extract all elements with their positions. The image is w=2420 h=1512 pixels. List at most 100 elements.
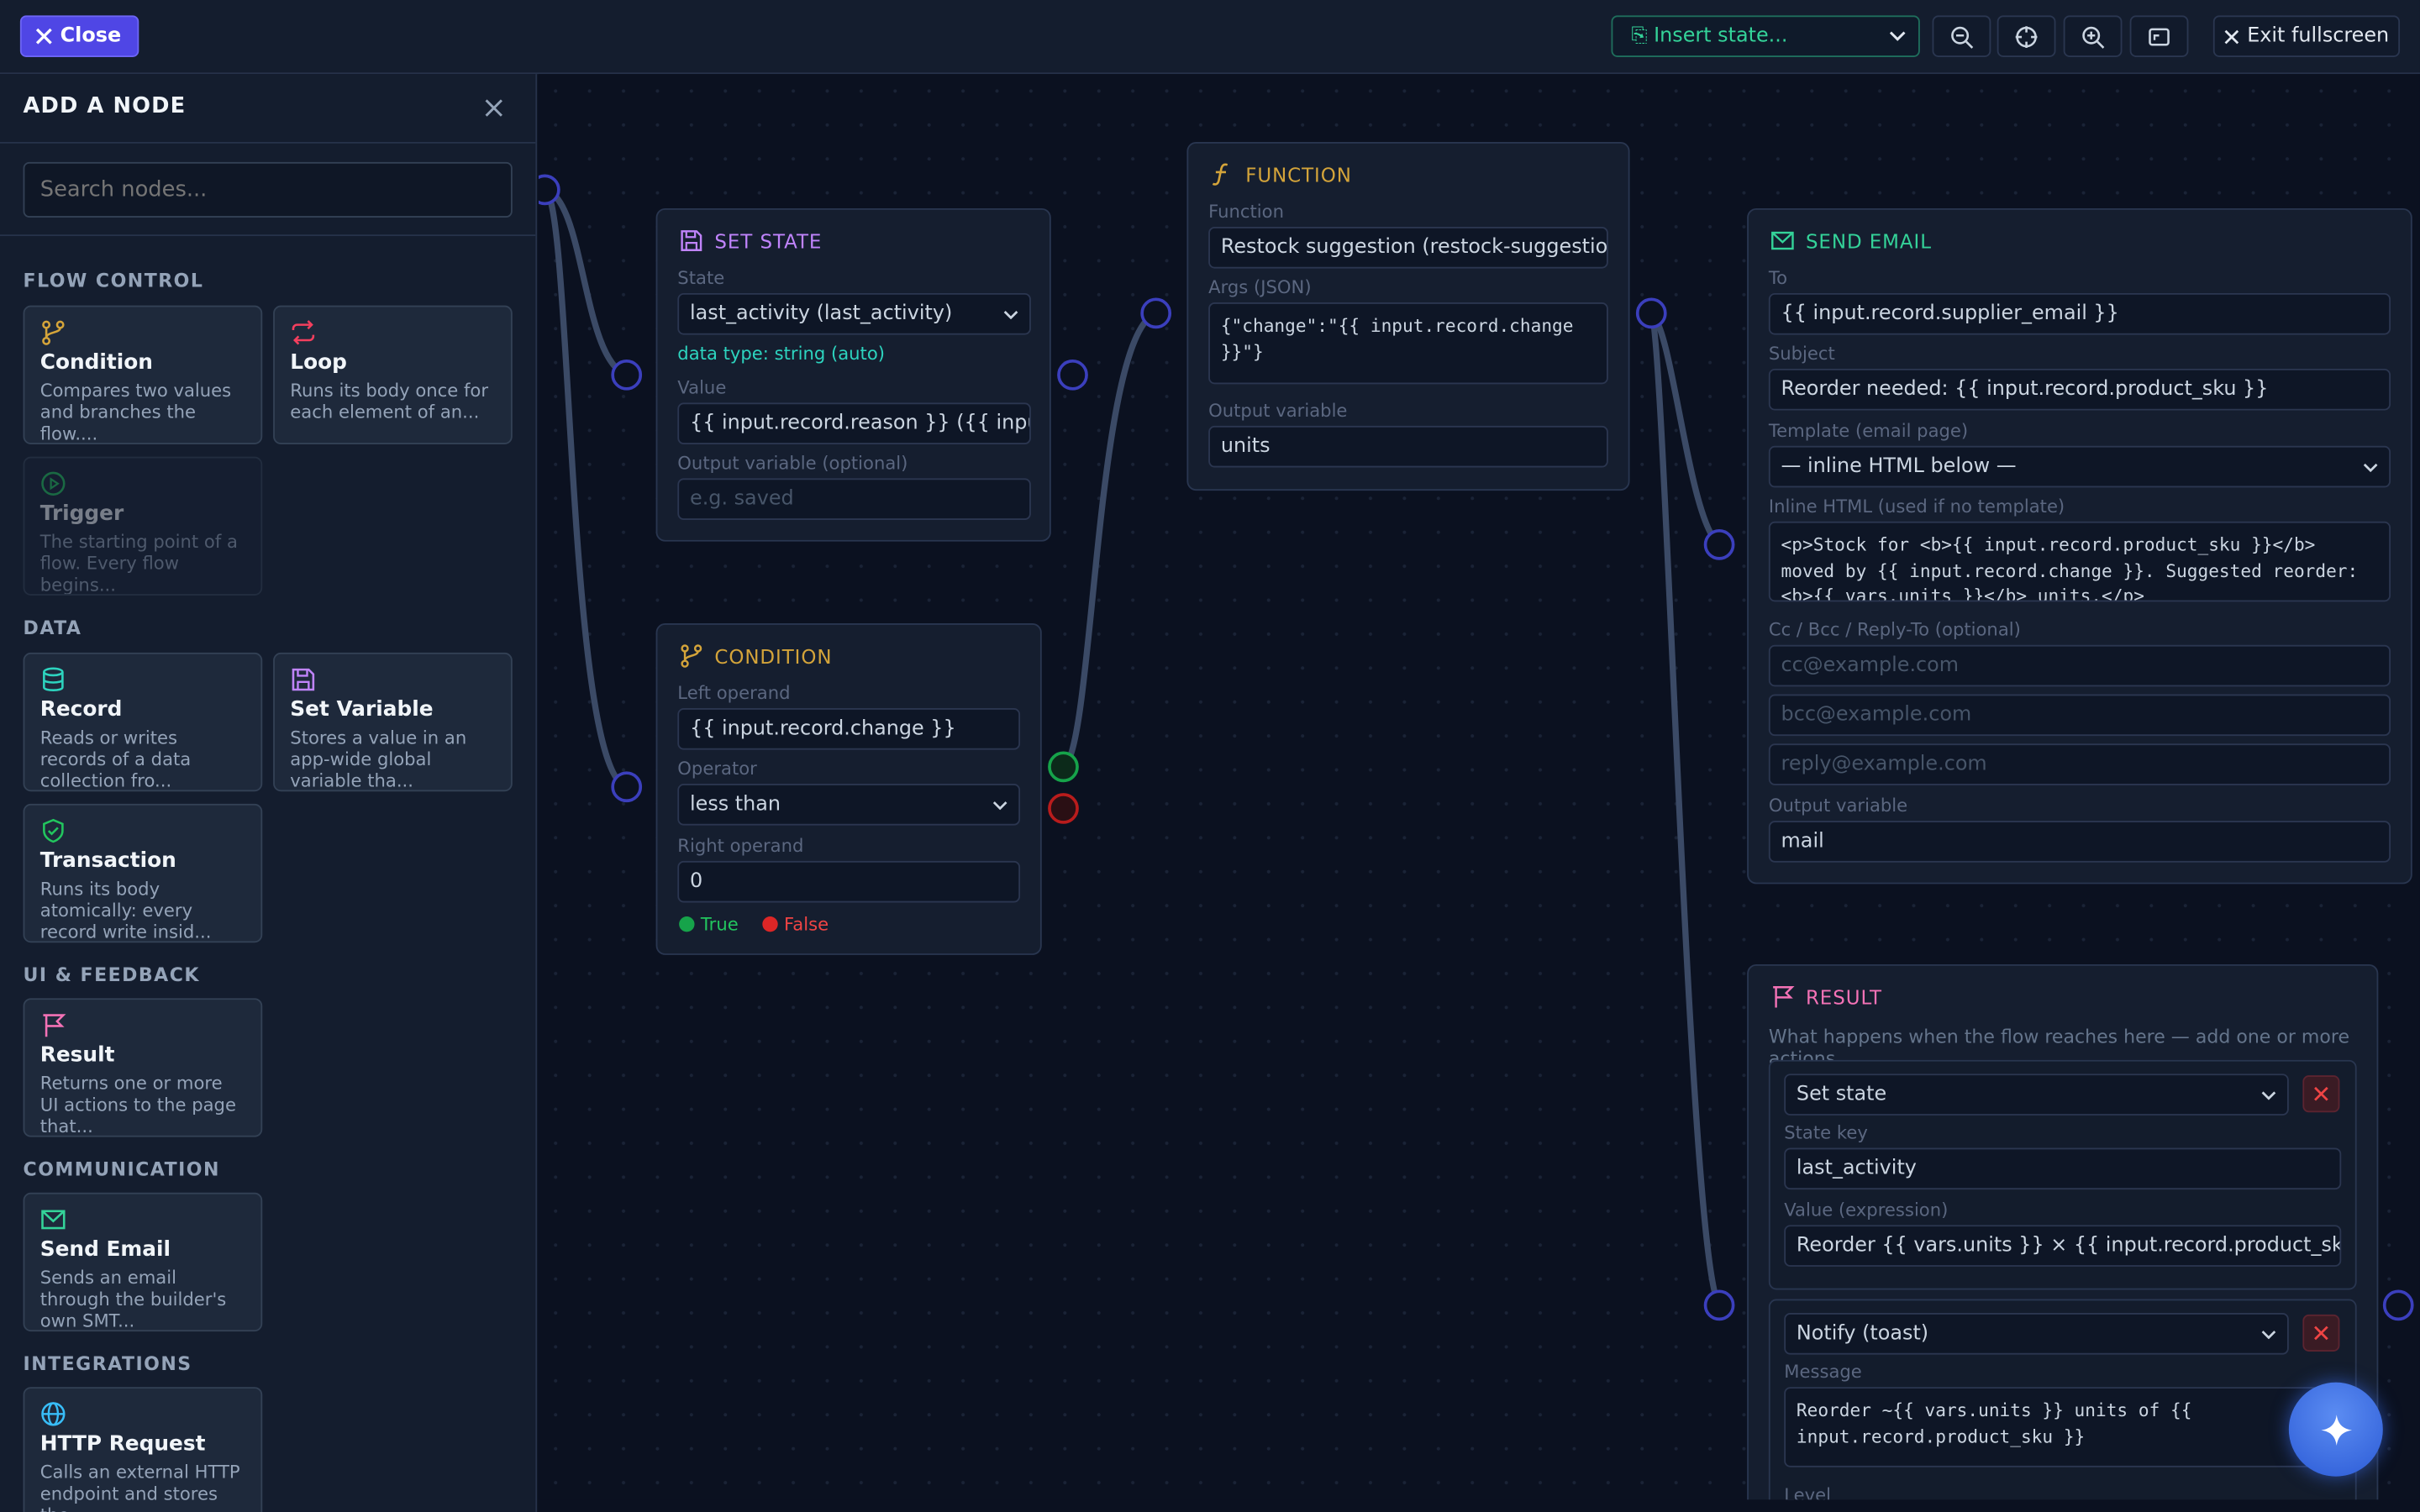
card-description: Calls an external HTTP endpoint and stor… (39, 1461, 240, 1512)
wire-trigger-setstate (544, 186, 629, 378)
value-input[interactable]: {{ input.record.reason }} ({{ input.reco… (677, 402, 1031, 444)
state-select[interactable]: last_activity (last_activity) (677, 292, 1031, 335)
node-card-transaction[interactable]: Transaction Runs its body atomically: ev… (23, 803, 263, 943)
node-card-condition[interactable]: Condition Compares two values and branch… (23, 305, 263, 444)
set-state-node[interactable]: SET STATE State last_activity (last_acti… (655, 207, 1051, 542)
remove-action-button[interactable] (2302, 1314, 2340, 1352)
section-communication: COMMUNICATION (23, 1158, 220, 1181)
top-toolbar: Close ⎘ Insert state... Exit fullscreen (0, 0, 2420, 75)
cc-input[interactable]: cc@example.com (1768, 644, 2391, 687)
close-icon (35, 28, 52, 45)
output-port[interactable] (2382, 1289, 2414, 1321)
function-label: Function (1208, 200, 1284, 223)
inline-html-label: Inline HTML (used if no template) (1768, 495, 2065, 517)
false-port[interactable] (1048, 793, 1079, 824)
message-label: Message (1784, 1360, 1862, 1383)
chevron-down-icon (1003, 310, 1018, 319)
node-header: SEND EMAIL (1770, 228, 1932, 253)
operator-select[interactable]: less than (677, 784, 1021, 826)
node-title: CONDITION (714, 643, 833, 668)
value-expression-input[interactable]: Reorder {{ vars.units }} × {{ input.reco… (1784, 1225, 2342, 1267)
reply-to-input[interactable]: reply@example.com (1768, 743, 2391, 785)
action-type-select[interactable]: Notify (toast) (1784, 1313, 2289, 1355)
node-title: RESULT (1805, 984, 1882, 1009)
left-operand-input[interactable]: {{ input.record.change }} (677, 708, 1021, 750)
action-type-value: Notify (toast) (1796, 1322, 1929, 1346)
card-description: Stores a value in an app-wide global var… (290, 727, 467, 792)
operator-select-value: less than (690, 793, 781, 816)
subject-input[interactable]: Reorder needed: {{ input.record.product_… (1768, 368, 2391, 411)
fit-view-button[interactable] (2129, 15, 2189, 57)
card-title: Loop (290, 349, 347, 375)
node-card-set-variable[interactable]: Set Variable Stores a value in an app-wi… (273, 652, 513, 792)
condition-node[interactable]: CONDITION Left operand {{ input.record.c… (655, 623, 1042, 955)
node-card-http-request[interactable]: HTTP Request Calls an external HTTP endp… (23, 1387, 263, 1512)
action-card-notify: Notify (toast) Message Reorder ~{{ vars.… (1768, 1299, 2357, 1500)
right-operand-input[interactable]: 0 (677, 860, 1021, 903)
send-email-node[interactable]: SEND EMAIL To {{ input.record.supplier_e… (1747, 207, 2412, 885)
to-label: To (1768, 266, 1788, 289)
node-card-loop[interactable]: Loop Runs its body once for each element… (273, 305, 513, 444)
to-input[interactable]: {{ input.record.supplier_email }} (1768, 292, 2391, 335)
level-label: Level (1784, 1483, 1831, 1500)
save-icon (681, 230, 702, 251)
sparkle-icon (2320, 1414, 2352, 1446)
card-title: Send Email (39, 1237, 171, 1263)
close-panel-icon[interactable] (481, 96, 506, 120)
node-card-record[interactable]: Record Reads or writes records of a data… (23, 652, 263, 792)
close-button[interactable]: Close (19, 15, 140, 57)
card-title: Trigger (39, 501, 124, 527)
state-key-input[interactable]: last_activity (1784, 1147, 2342, 1190)
panel-title: ADD A NODE (23, 94, 187, 119)
output-port[interactable] (1057, 359, 1088, 391)
node-header: SET STATE (679, 228, 822, 253)
function-select[interactable]: Restock suggestion (restock-suggestion) (1208, 226, 1608, 269)
output-variable-input[interactable]: mail (1768, 821, 2391, 863)
remove-action-button[interactable] (2302, 1075, 2340, 1113)
recenter-button[interactable] (1996, 15, 2056, 57)
search-nodes-input[interactable] (23, 161, 513, 218)
input-port[interactable] (1703, 528, 1735, 560)
right-operand-label: Right operand (677, 834, 804, 857)
card-title: Set Variable (290, 697, 434, 722)
wire-function-result (1648, 312, 1723, 1307)
node-card-send-email[interactable]: Send Email Sends an email through the bu… (23, 1192, 263, 1332)
chevron-down-icon (2261, 1090, 2276, 1100)
input-port[interactable] (1703, 1289, 1735, 1321)
node-title: FUNCTION (1245, 162, 1352, 186)
zoom-out-icon (1951, 25, 1974, 48)
zoom-out-button[interactable] (1932, 15, 1991, 57)
assistant-button[interactable] (2288, 1382, 2383, 1477)
exit-fullscreen-button[interactable]: Exit fullscreen (2212, 15, 2401, 57)
result-node[interactable]: RESULT What happens when the flow reache… (1747, 963, 2379, 1500)
action-type-select[interactable]: Set state (1784, 1074, 2289, 1116)
shield-check-icon (43, 818, 64, 843)
output-variable-input[interactable]: units (1208, 425, 1608, 468)
node-header: FUNCTION (1210, 162, 1352, 186)
input-port[interactable] (611, 771, 643, 803)
input-port[interactable] (1140, 297, 1172, 329)
true-label: True (700, 913, 739, 936)
database-icon (43, 667, 64, 691)
input-port[interactable] (611, 359, 643, 391)
args-textarea[interactable]: {"change":"{{ input.record.change }}"} (1208, 302, 1608, 385)
true-port[interactable] (1048, 751, 1079, 783)
output-variable-input[interactable]: e.g. saved (677, 478, 1031, 520)
message-textarea[interactable]: Reorder ~{{ vars.units }} units of {{ in… (1784, 1387, 2342, 1467)
inline-html-textarea[interactable]: <p>Stock for <b>{{ input.record.product_… (1768, 521, 2391, 602)
value-label: Value (677, 376, 727, 398)
node-card-result[interactable]: Result Returns one or more UI actions to… (23, 998, 263, 1137)
insert-state-select[interactable]: ⎘ Insert state... (1611, 15, 1920, 57)
card-description: The starting point of a flow. Every flow… (39, 530, 238, 596)
template-select[interactable]: — inline HTML below — (1768, 445, 2391, 488)
output-variable-label: Output variable (optional) (677, 452, 908, 474)
zoom-in-button[interactable] (2063, 15, 2123, 57)
loop-icon (292, 320, 315, 345)
output-port[interactable] (1635, 297, 1667, 329)
mail-icon (41, 1210, 66, 1230)
flow-canvas[interactable]: SET STATE State last_activity (last_acti… (539, 74, 2420, 1500)
branch-icon (42, 320, 65, 345)
false-branch-legend: False (762, 913, 829, 935)
function-node[interactable]: FUNCTION Function Restock suggestion (re… (1186, 141, 1630, 491)
bcc-input[interactable]: bcc@example.com (1768, 694, 2391, 737)
